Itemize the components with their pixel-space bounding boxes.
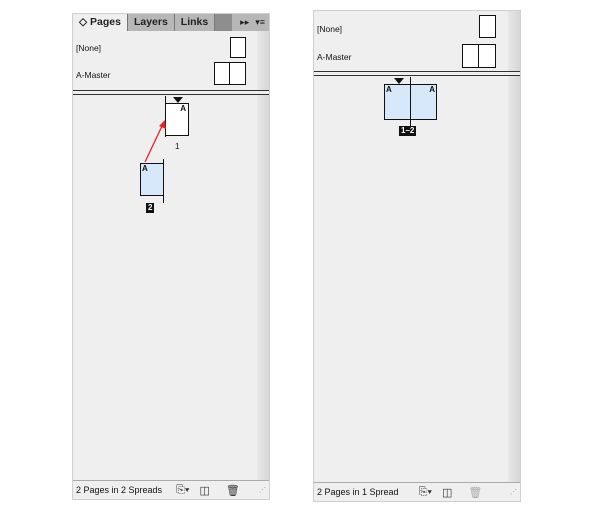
drag-arrow-icon (144, 120, 166, 163)
master-none[interactable]: [None] (76, 43, 101, 53)
master-a-left-thumb[interactable] (462, 44, 479, 68)
master-prefix: A (386, 85, 392, 94)
master-a-right-thumb[interactable] (229, 62, 246, 85)
panel-footer: 2 Pages in 1 Spread ⎘▾ ◫ 🗑 ⋰ (314, 482, 520, 501)
trash-icon[interactable]: 🗑 (226, 484, 240, 497)
spine (410, 77, 411, 127)
panel-tabs: ◇ Pages Layers Links ▸▸ ▾≡ (73, 14, 269, 31)
new-page-icon[interactable]: ◫ (199, 484, 209, 497)
master-none-thumb[interactable] (230, 37, 246, 58)
scrollbar[interactable] (257, 31, 269, 480)
master-a[interactable]: A-Master (317, 52, 351, 62)
pages-panel-after: [None] A-Master A A 1–2 2 Pages in 1 Spr… (313, 10, 521, 502)
tab-pages[interactable]: ◇ Pages (73, 14, 128, 31)
status-text: 2 Pages in 1 Spread (317, 487, 399, 497)
master-prefix: A (142, 164, 148, 173)
master-a-right-thumb[interactable] (478, 44, 496, 68)
tab-layers[interactable]: Layers (127, 14, 175, 31)
trash-icon: 🗑 (468, 486, 483, 499)
panel-menu-icon[interactable]: ▾≡ (255, 17, 265, 28)
collapse-icon[interactable]: ▸▸ (240, 17, 249, 28)
section-divider[interactable] (314, 71, 520, 76)
master-none[interactable]: [None] (317, 24, 342, 34)
master-a-left-thumb[interactable] (214, 62, 230, 85)
resize-grip-icon[interactable]: ⋰ (259, 486, 266, 494)
page-1-thumb[interactable]: A (165, 103, 189, 136)
edit-page-size-icon[interactable]: ⎘▾ (419, 486, 432, 499)
panel-footer: 2 Pages in 2 Spreads ⎘▾ ◫ 🗑 ⋰ (73, 480, 269, 499)
section-divider[interactable] (73, 90, 269, 95)
master-a[interactable]: A-Master (76, 70, 110, 80)
master-prefix: A (180, 104, 186, 113)
page-2-thumb[interactable]: A (140, 163, 164, 196)
master-none-thumb[interactable] (479, 15, 496, 38)
pages-panel-before: ◇ Pages Layers Links ▸▸ ▾≡ [None] A-Mast… (72, 13, 270, 500)
edit-page-size-icon[interactable]: ⎘▾ (176, 484, 189, 497)
page-number-badge: 2 (146, 203, 155, 213)
resize-grip-icon[interactable]: ⋰ (510, 488, 517, 496)
spread-number-badge: 1–2 (399, 126, 417, 136)
scrollbar[interactable] (508, 11, 520, 482)
status-text: 2 Pages in 2 Spreads (76, 485, 163, 495)
master-prefix: A (429, 85, 435, 94)
tab-links[interactable]: Links (174, 14, 216, 31)
page-number: 1 (175, 142, 180, 151)
new-page-icon[interactable]: ◫ (442, 486, 452, 499)
